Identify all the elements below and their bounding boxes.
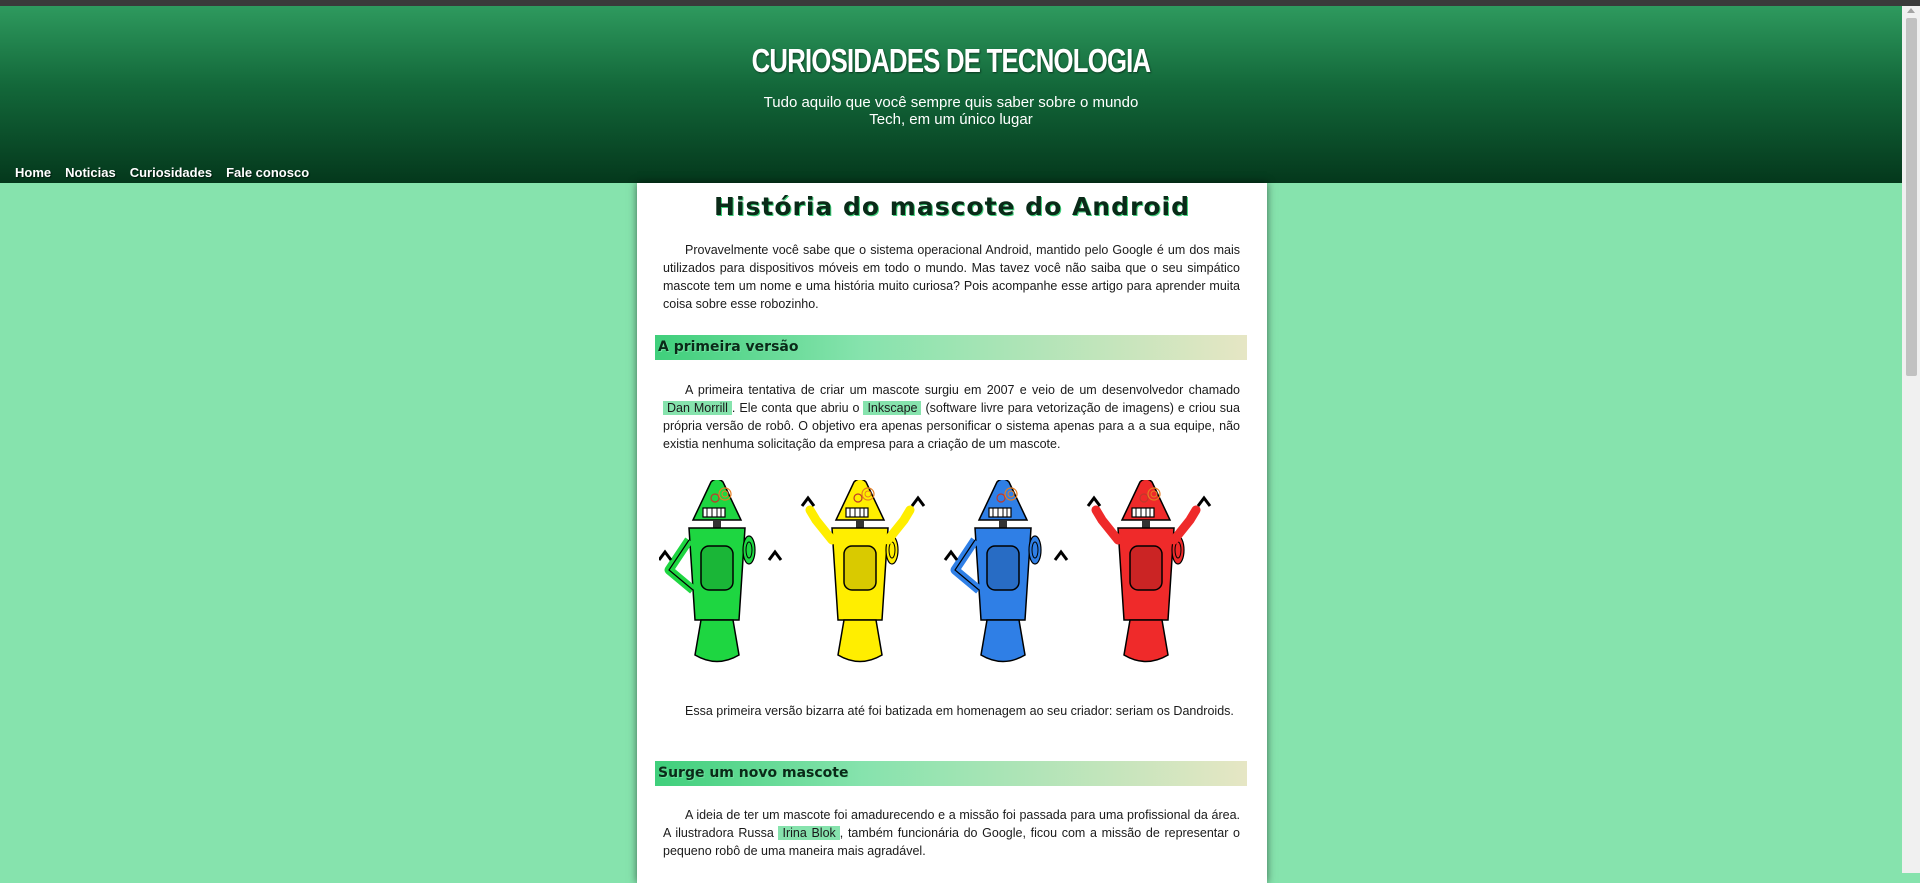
blue-robot-figure <box>943 480 1069 663</box>
vertical-scrollbar[interactable] <box>1902 6 1920 873</box>
article-title: História do mascote do Android <box>714 192 1190 221</box>
site-header: CURIOSIDADES DE TECNOLOGIA Tudo aquilo q… <box>0 6 1902 183</box>
nav-home[interactable]: Home <box>15 165 51 180</box>
section-heading-novo-mascote: Surge um novo mascote <box>655 761 1247 786</box>
yellow-robot-figure <box>800 480 926 663</box>
text-span: . Ele conta que abriu o <box>731 401 860 415</box>
section1-paragraph2: Essa primeira versão bizarra até foi bat… <box>685 704 1234 718</box>
article-card: História do mascote do Android Provavelm… <box>637 183 1267 883</box>
section2-paragraph1: A ideia de ter um mascote foi amadurecen… <box>663 806 1240 860</box>
dandroids-illustration <box>659 480 1212 663</box>
red-robot-figure <box>1086 480 1212 663</box>
section-heading-primeira-versao: A primeira versão <box>655 335 1247 360</box>
highlight-dan-morrill: Dan Morrill <box>663 401 732 415</box>
section1-paragraph1: A primeira tentativa de criar um mascote… <box>663 381 1240 453</box>
highlight-irina-blok: Irina Blok <box>778 826 840 840</box>
green-robot-figure <box>659 480 783 663</box>
nav-curiosidades[interactable]: Curiosidades <box>130 165 212 180</box>
site-title: CURIOSIDADES DE TECNOLOGIA <box>751 42 1152 79</box>
scrollbar-thumb[interactable] <box>1906 18 1917 376</box>
text-span: A primeira tentativa de criar um mascote… <box>685 383 1240 397</box>
intro-paragraph: Provavelmente você sabe que o sistema op… <box>663 243 1240 311</box>
site-subtitle: Tudo aquilo que você sempre quis saber s… <box>763 94 1139 128</box>
highlight-inkscape: Inkscape <box>863 401 922 415</box>
nav-noticias[interactable]: Noticias <box>65 165 116 180</box>
nav-fale-conosco[interactable]: Fale conosco <box>226 165 309 180</box>
scroll-up-arrow-icon[interactable] <box>1907 8 1915 13</box>
main-nav: Home Noticias Curiosidades Fale conosco <box>15 165 323 180</box>
